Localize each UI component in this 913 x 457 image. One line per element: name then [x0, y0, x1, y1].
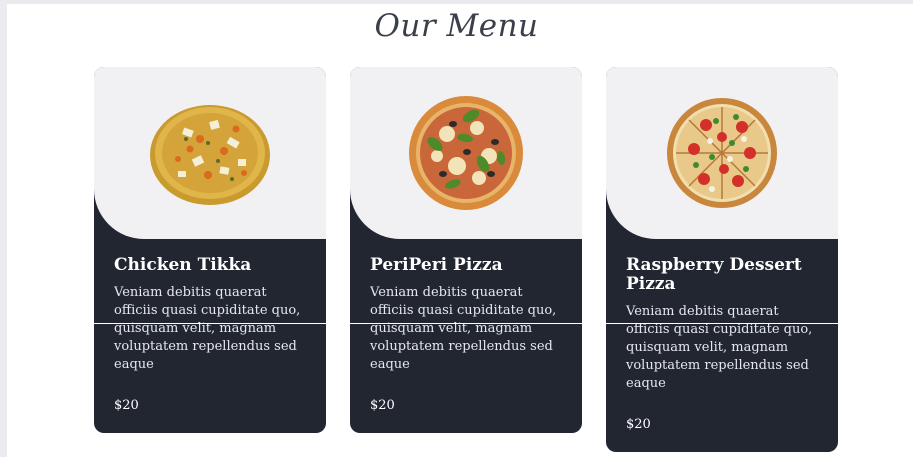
page-left-border: [0, 0, 7, 457]
item-description: Veniam debitis quaerat officiis quasi cu…: [626, 304, 813, 391]
raspberry-dessert-pizza-image: [667, 98, 777, 208]
menu-card-periperi-pizza[interactable]: PeriPeri Pizza Veniam debitis quaerat of…: [350, 67, 582, 433]
section-title: Our Menu: [374, 8, 539, 44]
item-price: $20: [114, 398, 139, 413]
chicken-tikka-pizza-image: [150, 105, 270, 205]
card-body: Chicken Tikka Veniam debitis quaerat off…: [94, 239, 326, 433]
item-description: Veniam debitis quaerat officiis quasi cu…: [370, 285, 557, 372]
item-price: $20: [626, 417, 651, 432]
item-name: Chicken Tikka: [114, 255, 252, 275]
menu-card-chicken-tikka[interactable]: Chicken Tikka Veniam debitis quaerat off…: [94, 67, 326, 433]
item-description: Veniam debitis quaerat officiis quasi cu…: [114, 285, 301, 372]
card-image-area: [94, 67, 326, 239]
item-price: $20: [370, 398, 395, 413]
card-body: Raspberry Dessert Pizza Veniam debitis q…: [606, 239, 838, 452]
item-name: Raspberry Dessert Pizza: [626, 255, 802, 294]
item-name: PeriPeri Pizza: [370, 255, 503, 275]
card-image-area: [606, 67, 838, 239]
menu-card-raspberry-dessert-pizza[interactable]: Raspberry Dessert Pizza Veniam debitis q…: [606, 67, 838, 452]
horizontal-rule: [94, 323, 838, 324]
card-body: PeriPeri Pizza Veniam debitis quaerat of…: [350, 239, 582, 433]
periperi-pizza-image: [409, 96, 523, 210]
page-top-border: [0, 0, 913, 4]
card-image-area: [350, 67, 582, 239]
